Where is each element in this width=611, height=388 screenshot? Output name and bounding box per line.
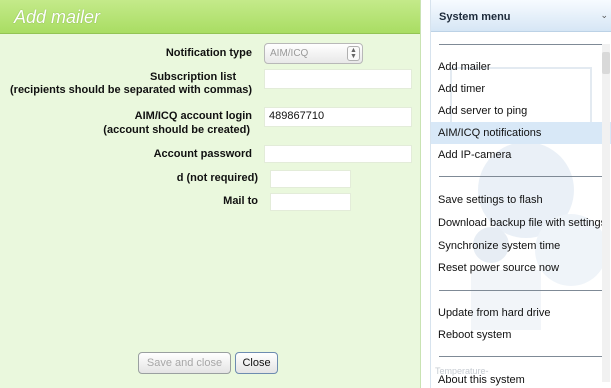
menu-item-download-backup[interactable]: Download backup file with settings: [431, 212, 611, 234]
save-and-close-button[interactable]: Save and close: [138, 352, 231, 374]
select-updown-icon: ▲ ▼: [347, 46, 360, 61]
menu-separator: [439, 356, 606, 357]
system-menu-title: System menu: [439, 11, 511, 23]
menu-item-reboot-system[interactable]: Reboot system: [431, 324, 611, 346]
notification-type-select[interactable]: AIM/ICQ ▲ ▼: [264, 43, 363, 64]
menu-scrollbar-thumb[interactable]: [602, 52, 610, 74]
id-not-required-label: d (not required): [176, 172, 258, 184]
account-login-input[interactable]: 489867710: [264, 107, 412, 127]
system-menu-panel: System menu ⌄ Add mailer Add timer Add s…: [430, 0, 611, 388]
account-login-hint: (account should be created): [103, 124, 250, 136]
menu-item-save-settings-to-flash[interactable]: Save settings to flash: [431, 189, 611, 211]
menu-item-aim-icq-notifications[interactable]: AIM/ICQ notifications: [431, 122, 611, 144]
mail-to-input[interactable]: [270, 193, 351, 211]
menu-separator: [439, 176, 606, 177]
menu-separator: [439, 290, 606, 291]
menu-item-add-mailer[interactable]: Add mailer: [431, 56, 611, 78]
subscription-list-input[interactable]: [264, 69, 412, 89]
dialog-title: Add mailer: [14, 7, 101, 27]
id-not-required-input[interactable]: [270, 170, 351, 188]
menu-item-add-ip-camera[interactable]: Add IP-camera: [431, 144, 611, 166]
menu-item-update-from-hard-drive[interactable]: Update from hard drive: [431, 302, 611, 324]
notification-type-label: Notification type: [165, 47, 252, 59]
subscription-list-label: Subscription list (recipients should be …: [10, 71, 252, 97]
mail-to-label: Mail to: [223, 195, 258, 207]
account-login-label: AIM/ICQ account login: [134, 110, 252, 122]
account-password-label: Account password: [153, 148, 252, 160]
menu-item-add-server-to-ping[interactable]: Add server to ping: [431, 100, 611, 122]
notification-type-value: AIM/ICQ: [270, 48, 309, 59]
subscription-list-hint: (recipients should be separated with com…: [10, 84, 253, 96]
add-mailer-dialog: Add mailer Notification type AIM/ICQ ▲ ▼ …: [0, 0, 421, 388]
menu-item-add-timer[interactable]: Add timer: [431, 78, 611, 100]
menu-scrollbar[interactable]: [602, 44, 610, 382]
menu-item-about-system[interactable]: About this system: [431, 369, 611, 388]
menu-item-synchronize-time[interactable]: Synchronize system time: [431, 235, 611, 257]
system-menu-header[interactable]: System menu ⌄: [431, 0, 611, 32]
menu-separator: [439, 44, 606, 45]
dialog-title-bar: Add mailer: [0, 0, 420, 34]
chevron-down-icon[interactable]: ⌄: [600, 10, 608, 21]
menu-item-reset-power-source[interactable]: Reset power source now: [431, 257, 611, 279]
account-password-input[interactable]: [264, 145, 412, 163]
subscription-list-title: Subscription list: [150, 71, 237, 83]
close-button[interactable]: Close: [235, 352, 278, 374]
